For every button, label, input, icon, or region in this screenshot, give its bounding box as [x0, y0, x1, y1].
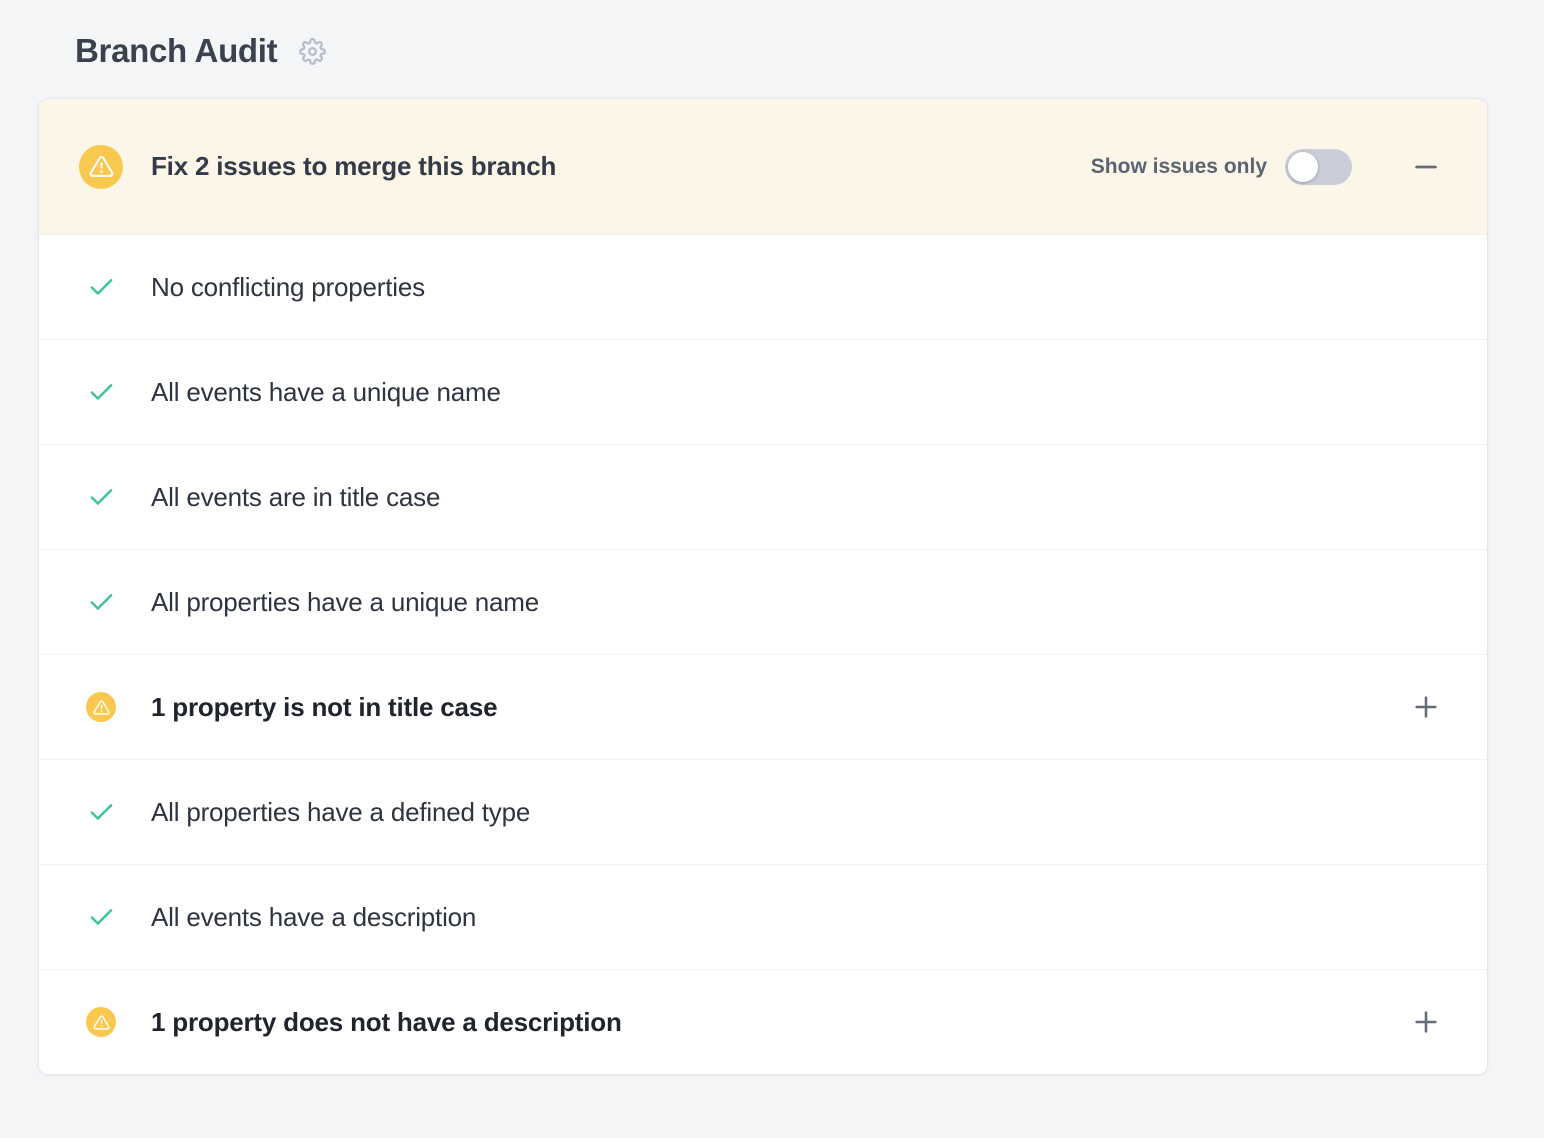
audit-check-label: All events have a unique name — [151, 377, 501, 408]
branch-audit-card: Fix 2 issues to merge this branch Show i… — [38, 98, 1488, 1075]
audit-check-row: All events are in title case — [39, 444, 1487, 549]
collapse-button[interactable] — [1412, 153, 1440, 181]
status-icon-cell — [79, 483, 123, 512]
audit-check-label: 1 property is not in title case — [151, 692, 497, 723]
audit-check-label: All properties have a defined type — [151, 797, 530, 828]
audit-check-row: All events have a unique name — [39, 339, 1487, 444]
audit-check-row: All properties have a unique name — [39, 549, 1487, 654]
check-icon — [87, 273, 116, 302]
audit-check-label: All properties have a unique name — [151, 587, 539, 618]
audit-check-row: All properties have a defined type — [39, 759, 1487, 864]
plus-icon — [1412, 1008, 1440, 1036]
status-icon-cell — [79, 273, 123, 302]
audit-check-label: All events are in title case — [151, 482, 440, 513]
minus-icon — [1412, 153, 1440, 181]
check-icon — [87, 588, 116, 617]
audit-check-row: All events have a description — [39, 864, 1487, 969]
banner-message: Fix 2 issues to merge this branch — [151, 151, 556, 182]
audit-check-row: 1 property is not in title case — [39, 654, 1487, 759]
status-icon-cell — [79, 692, 123, 722]
gear-icon — [299, 38, 326, 65]
audit-check-row: 1 property does not have a description — [39, 969, 1487, 1074]
page-header: Branch Audit — [0, 0, 1544, 98]
audit-check-label: All events have a description — [151, 902, 476, 933]
issues-banner: Fix 2 issues to merge this branch Show i… — [39, 99, 1487, 234]
audit-check-label: No conflicting properties — [151, 272, 425, 303]
show-issues-only-label: Show issues only — [1091, 155, 1267, 179]
warning-icon — [86, 1007, 116, 1037]
check-icon — [87, 483, 116, 512]
show-issues-toggle[interactable] — [1285, 149, 1352, 185]
status-icon-cell — [79, 903, 123, 932]
audit-check-label: 1 property does not have a description — [151, 1007, 622, 1038]
page-title: Branch Audit — [75, 32, 277, 70]
audit-check-row: No conflicting properties — [39, 234, 1487, 339]
plus-icon — [1412, 693, 1440, 721]
check-icon — [87, 903, 116, 932]
banner-controls: Show issues only — [1091, 149, 1440, 185]
status-icon-cell — [79, 798, 123, 827]
expand-button[interactable] — [1412, 1008, 1440, 1036]
status-icon-cell — [79, 1007, 123, 1037]
status-icon-cell — [79, 588, 123, 617]
warning-icon — [86, 692, 116, 722]
warning-icon — [79, 145, 123, 189]
check-icon — [87, 378, 116, 407]
check-icon — [87, 798, 116, 827]
settings-button[interactable] — [297, 36, 327, 66]
status-icon-cell — [79, 378, 123, 407]
toggle-knob — [1288, 152, 1318, 182]
expand-button[interactable] — [1412, 693, 1440, 721]
